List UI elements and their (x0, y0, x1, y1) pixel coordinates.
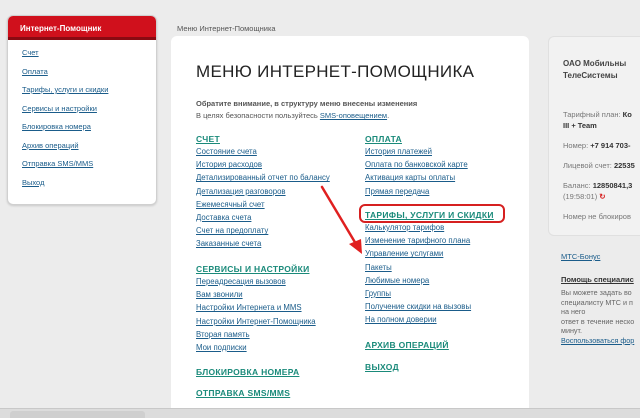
menu-item-packages[interactable]: Пакеты (365, 263, 471, 276)
tariff-plan: Тарифный план: Ко (563, 110, 632, 119)
balance: Баланс: 12850841,3 (563, 181, 633, 190)
menu-item-favorite-numbers[interactable]: Любимые номера (365, 276, 471, 289)
account-number: Лицевой счет: 22535 (563, 161, 635, 170)
notice-prefix: В целях безопасности пользуйтесь (196, 111, 320, 120)
sidebar-item-tarify[interactable]: Тарифы, услуги и скидки (22, 85, 156, 104)
section-servisy[interactable]: СЕРВИСЫ И НАСТРОЙКИ (196, 264, 309, 274)
main-content: МЕНЮ ИНТЕРНЕТ-ПОМОЩНИКА Обратите внимани… (171, 36, 529, 418)
sidebar-item-servisy[interactable]: Сервисы и настройки (22, 104, 156, 123)
servisy-menu: Переадресация вызовов Вам звонили Настро… (196, 277, 316, 356)
sidebar-title: Интернет-Помощник (8, 16, 156, 40)
menu-item-balance-report[interactable]: Детализированный отчет по балансу (196, 173, 330, 186)
block-status: Номер не блокиров (563, 212, 631, 221)
notice-heading: Обратите внимание, в структуру меню внес… (196, 99, 418, 108)
menu-item-direct-transfer[interactable]: Прямая передача (365, 187, 468, 200)
menu-item-internet-mms-settings[interactable]: Настройки Интернета и MMS (196, 303, 316, 316)
menu-item-expense-history[interactable]: История расходов (196, 160, 330, 173)
phone-number: Номер: +7 914 703- (563, 141, 631, 150)
help-title[interactable]: Помощь специалис (561, 275, 634, 284)
sidebar-item-otpravka[interactable]: Отправка SMS/MMS (22, 159, 156, 178)
menu-item-card-payment[interactable]: Оплата по банковской карте (365, 160, 468, 173)
tariff-plan-line2: III + Team (563, 121, 597, 130)
section-schet[interactable]: СЧЕТ (196, 134, 220, 144)
sidebar-item-schet[interactable]: Счет (22, 48, 156, 67)
menu-item-call-forwarding[interactable]: Переадресация вызовов (196, 277, 316, 290)
section-otpravka[interactable]: ОТПРАВКА SMS/MMS (196, 388, 290, 398)
oplata-menu: История платежей Оплата по банковской ка… (365, 147, 468, 200)
mts-bonus-link[interactable]: МТС-Бонус (561, 252, 600, 261)
menu-item-card-activation[interactable]: Активация карты оплаты (365, 173, 468, 186)
menu-item-groups[interactable]: Группы (365, 289, 471, 302)
section-oplata[interactable]: ОПЛАТА (365, 134, 402, 144)
company-name: ОАО Мобильны ТелеСистемы (563, 59, 627, 80)
help-text: Вы можете задать во специалисту МТС и п … (561, 288, 640, 345)
schet-menu: Состояние счета История расходов Детализ… (196, 147, 330, 253)
menu-item-assistant-settings[interactable]: Настройки Интернет-Помощника (196, 317, 316, 330)
menu-item-missed-calls[interactable]: Вам звонили (196, 290, 316, 303)
sms-alert-link[interactable]: SMS-оповещением (320, 111, 387, 120)
menu-item-manage-services[interactable]: Управление услугами (365, 249, 471, 262)
help-form-link[interactable]: Воспользоваться фор (561, 336, 640, 346)
menu-item-account-state[interactable]: Состояние счета (196, 147, 330, 160)
tarify-menu: Калькулятор тарифов Изменение тарифного … (365, 223, 471, 329)
notice-text: В целях безопасности пользуйтесь SMS-опо… (196, 111, 389, 120)
refresh-icon[interactable]: ↻ (599, 192, 605, 201)
account-panel: ОАО Мобильны ТелеСистемы Тарифный план: К… (548, 36, 640, 236)
page-title: МЕНЮ ИНТЕРНЕТ-ПОМОЩНИКА (196, 62, 475, 81)
menu-item-prepay-bill[interactable]: Счет на предоплату (196, 226, 330, 239)
sidebar-item-blokirovka[interactable]: Блокировка номера (22, 122, 156, 141)
menu-item-change-tariff[interactable]: Изменение тарифного плана (365, 236, 471, 249)
menu-item-full-trust[interactable]: На полном доверии (365, 315, 471, 328)
sidebar-item-vyhod[interactable]: Выход (22, 178, 156, 197)
menu-item-payment-history[interactable]: История платежей (365, 147, 468, 160)
section-blokirovka[interactable]: БЛОКИРОВКА НОМЕРА (196, 367, 299, 377)
breadcrumb: Меню Интернет-Помощника (177, 24, 276, 33)
bottom-tab (10, 411, 145, 418)
menu-item-call-details[interactable]: Детализация разговоров (196, 187, 330, 200)
menu-item-subscriptions[interactable]: Мои подписки (196, 343, 316, 356)
section-tarify[interactable]: ТАРИФЫ, УСЛУГИ И СКИДКИ (365, 210, 494, 220)
menu-item-bill-delivery[interactable]: Доставка счета (196, 213, 330, 226)
menu-item-second-memory[interactable]: Вторая память (196, 330, 316, 343)
menu-item-monthly-bill[interactable]: Ежемесячный счет (196, 200, 330, 213)
menu-item-tariff-calculator[interactable]: Калькулятор тарифов (365, 223, 471, 236)
sidebar: Интернет-Помощник Счет Оплата Тарифы, ус… (7, 15, 157, 205)
menu-item-call-discounts[interactable]: Получение скидки на вызовы (365, 302, 471, 315)
sidebar-menu: Счет Оплата Тарифы, услуги и скидки Серв… (8, 40, 156, 196)
section-vyhod[interactable]: ВЫХОД (365, 362, 399, 372)
sidebar-item-oplata[interactable]: Оплата (22, 67, 156, 86)
menu-item-ordered-bills[interactable]: Заказанные счета (196, 239, 330, 252)
notice-suffix: . (387, 111, 390, 120)
section-arhiv[interactable]: АРХИВ ОПЕРАЦИЙ (365, 340, 449, 350)
sidebar-item-arhiv[interactable]: Архив операций (22, 141, 156, 160)
balance-time: (19:58:01) ↻ (563, 192, 606, 201)
